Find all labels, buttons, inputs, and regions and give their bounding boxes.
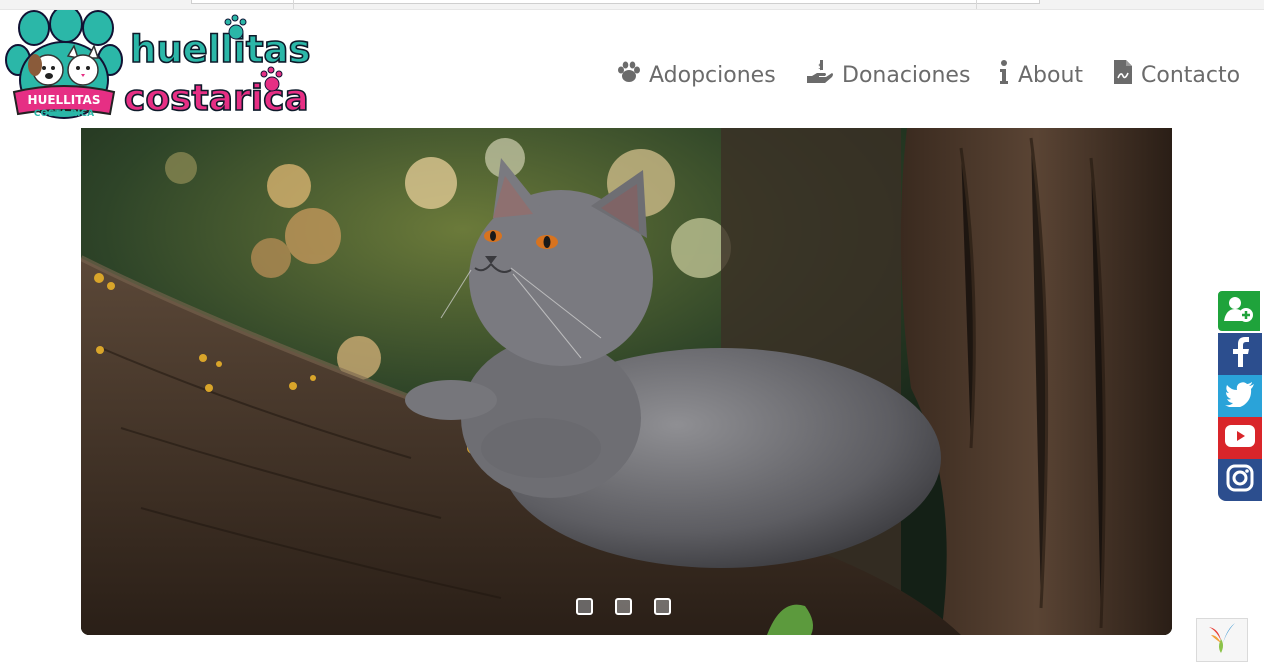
register-user-button[interactable]: [1216, 289, 1262, 333]
browser-top-strip: [0, 0, 1264, 10]
yii-logo-icon: [1205, 621, 1239, 659]
svg-text:$: $: [818, 62, 824, 72]
twitter-icon: [1225, 381, 1255, 411]
nav-contacto-label: Contacto: [1141, 62, 1241, 88]
carousel-indicators: [81, 598, 1172, 615]
hand-donation-icon: $: [806, 58, 834, 92]
register-user-icon: [1224, 295, 1254, 327]
yii-debug-badge[interactable]: [1196, 618, 1248, 662]
nav-adopciones-label: Adopciones: [649, 62, 776, 88]
badge-line2: COSTA RICA: [34, 109, 94, 119]
facebook-icon: [1230, 337, 1250, 371]
twitter-button[interactable]: [1218, 375, 1262, 417]
instagram-icon: [1226, 464, 1254, 496]
youtube-icon: [1225, 425, 1255, 451]
address-bar-edge: [191, 0, 1040, 4]
paw-icon: [617, 61, 641, 89]
nav-about-label: About: [1018, 62, 1084, 88]
social-sidebar: [1216, 289, 1264, 501]
nav-about[interactable]: About: [998, 58, 1083, 92]
badge-line1: HUELLITAS: [28, 93, 101, 107]
carousel-dot-1[interactable]: [576, 598, 593, 615]
carousel-dot-2[interactable]: [615, 598, 632, 615]
divider: [293, 0, 294, 9]
hero-carousel[interactable]: [81, 128, 1172, 635]
main-navigation: Adopciones $ Donaciones About Contacto: [0, 58, 1264, 92]
divider: [976, 0, 977, 9]
instagram-button[interactable]: [1218, 459, 1262, 501]
nav-contacto[interactable]: Contacto: [1113, 58, 1240, 92]
nav-adopciones[interactable]: Adopciones: [617, 58, 776, 92]
info-icon: [998, 59, 1010, 91]
carousel-dot-3[interactable]: [654, 598, 671, 615]
nav-donaciones[interactable]: $ Donaciones: [806, 58, 970, 92]
facebook-button[interactable]: [1218, 333, 1262, 375]
youtube-button[interactable]: [1218, 417, 1262, 459]
document-icon: [1113, 59, 1133, 91]
nav-donaciones-label: Donaciones: [842, 62, 971, 88]
cat-slide-image: [81, 128, 1172, 635]
